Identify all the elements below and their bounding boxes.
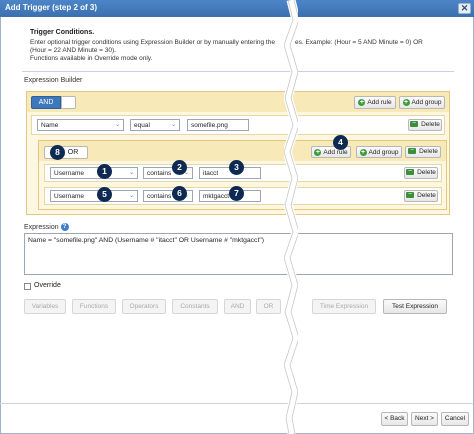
rule-field-select[interactable]: Name ⌄ [37, 119, 124, 131]
chevron-down-icon: ⌄ [128, 170, 134, 176]
test-expression-button[interactable]: Test Expression [383, 299, 447, 314]
rule-operator-value: contains [147, 193, 172, 200]
divider [22, 71, 454, 72]
minus-icon: − [406, 168, 415, 176]
rule-value-input[interactable]: somefile.png [187, 119, 249, 131]
footer-divider [0, 403, 474, 404]
chevron-down-icon: ⌄ [170, 122, 176, 128]
add-group-label: Add group [368, 149, 399, 156]
add-icon: + [358, 98, 366, 106]
close-button[interactable]: ✕ [458, 3, 471, 14]
delete-rule-button[interactable]: − Delete [408, 119, 442, 131]
intro-title: Trigger Conditions. [30, 29, 95, 36]
delete-label: Delete [417, 169, 436, 176]
override-label: Override [34, 282, 61, 289]
chevron-down-icon: ⌄ [128, 193, 134, 199]
nested-add-group-button[interactable]: + Add group [356, 146, 402, 158]
rule-field-value: Name [41, 122, 59, 129]
help-icon[interactable]: ? [60, 223, 69, 231]
or-toggle-label: OR [67, 149, 79, 156]
nested-rule-field-select[interactable]: Username ⌄ [50, 167, 138, 179]
rule-value-text: mktgacct [203, 193, 230, 200]
add-icon: + [314, 148, 322, 156]
constants-button[interactable]: Constants [172, 299, 218, 314]
and-toggle[interactable]: AND [31, 96, 61, 109]
callout-badge-2: 2 [172, 160, 187, 175]
callout-badge-7: 7 [229, 186, 244, 201]
operators-button[interactable]: Operators [122, 299, 166, 314]
and-toggle-label: AND [38, 99, 54, 106]
or-toggle-empty[interactable] [61, 96, 76, 109]
torn-edge-overlay [284, 0, 298, 434]
intro-line-3: Functions available in Override mode onl… [30, 55, 153, 62]
rule-value-text: somefile.png [191, 122, 228, 129]
chevron-down-icon: ⌄ [114, 122, 120, 128]
delete-label: Delete [419, 148, 438, 155]
expression-text: Name = "somefile.png" AND (Username # "i… [28, 237, 265, 244]
or-button[interactable]: OR [256, 299, 281, 314]
back-button[interactable]: < Back [381, 412, 408, 426]
callout-badge-3: 3 [229, 160, 244, 175]
add-icon: + [359, 148, 367, 156]
nested-delete-group-button[interactable]: − Delete [405, 146, 441, 158]
callout-badge-8: 8 [50, 145, 65, 160]
minus-icon: − [410, 120, 419, 128]
rule-field-value: Username [54, 193, 84, 200]
minus-icon: − [406, 191, 415, 199]
intro-text: Enter optional trigger conditions using … [30, 39, 450, 63]
add-rule-label: Add rule [367, 99, 392, 106]
next-button[interactable]: Next > [411, 412, 438, 426]
intro-line-2: (Hour = 22 AND Minute = 30). [30, 47, 116, 54]
dialog-title: Add Trigger (step 2 of 3) [5, 3, 98, 12]
expression-textarea[interactable]: Name = "somefile.png" AND (Username # "i… [24, 233, 453, 275]
variables-button[interactable]: Variables [24, 299, 66, 314]
delete-label: Delete [417, 192, 436, 199]
callout-badge-6: 6 [172, 186, 187, 201]
intro-line-1: Enter optional trigger conditions using … [30, 39, 275, 46]
rule-operator-value: equal [134, 122, 150, 129]
rule-operator-select[interactable]: equal ⌄ [130, 119, 180, 131]
rule-field-value: Username [54, 170, 84, 177]
add-group-button[interactable]: + Add group [399, 96, 445, 109]
expression-builder-label: Expression Builder [24, 77, 83, 84]
callout-badge-1: 1 [97, 164, 112, 179]
override-checkbox[interactable] [24, 283, 31, 290]
close-icon: ✕ [460, 3, 469, 13]
nested-rule-field-select[interactable]: Username ⌄ [50, 190, 138, 202]
add-icon: + [402, 98, 410, 106]
functions-button[interactable]: Functions [72, 299, 116, 314]
add-group-label: Add group [411, 99, 442, 106]
delete-label: Delete [421, 121, 440, 128]
add-rule-label: Add rule [323, 149, 348, 156]
callout-badge-4: 4 [333, 135, 348, 150]
rule-value-text: itacct [203, 170, 219, 177]
callout-badge-5: 5 [97, 187, 112, 202]
and-button[interactable]: AND [224, 299, 251, 314]
expression-label: Expression ? [24, 223, 69, 231]
nested-delete-rule-button[interactable]: − Delete [404, 190, 438, 202]
expression-label-text: Expression [24, 223, 59, 231]
cancel-button[interactable]: Cancel [441, 412, 469, 426]
time-expression-button[interactable]: Time Expression [312, 299, 376, 314]
nested-delete-rule-button[interactable]: − Delete [404, 167, 438, 179]
intro-line-1b: es. Example: (Hour = 5 AND Minute = 0) O… [294, 39, 423, 46]
rule-operator-value: contains [147, 170, 172, 177]
add-rule-button[interactable]: + Add rule [354, 96, 396, 109]
minus-icon: − [408, 147, 417, 155]
dialog-title-bar: Add Trigger (step 2 of 3) [0, 0, 474, 17]
